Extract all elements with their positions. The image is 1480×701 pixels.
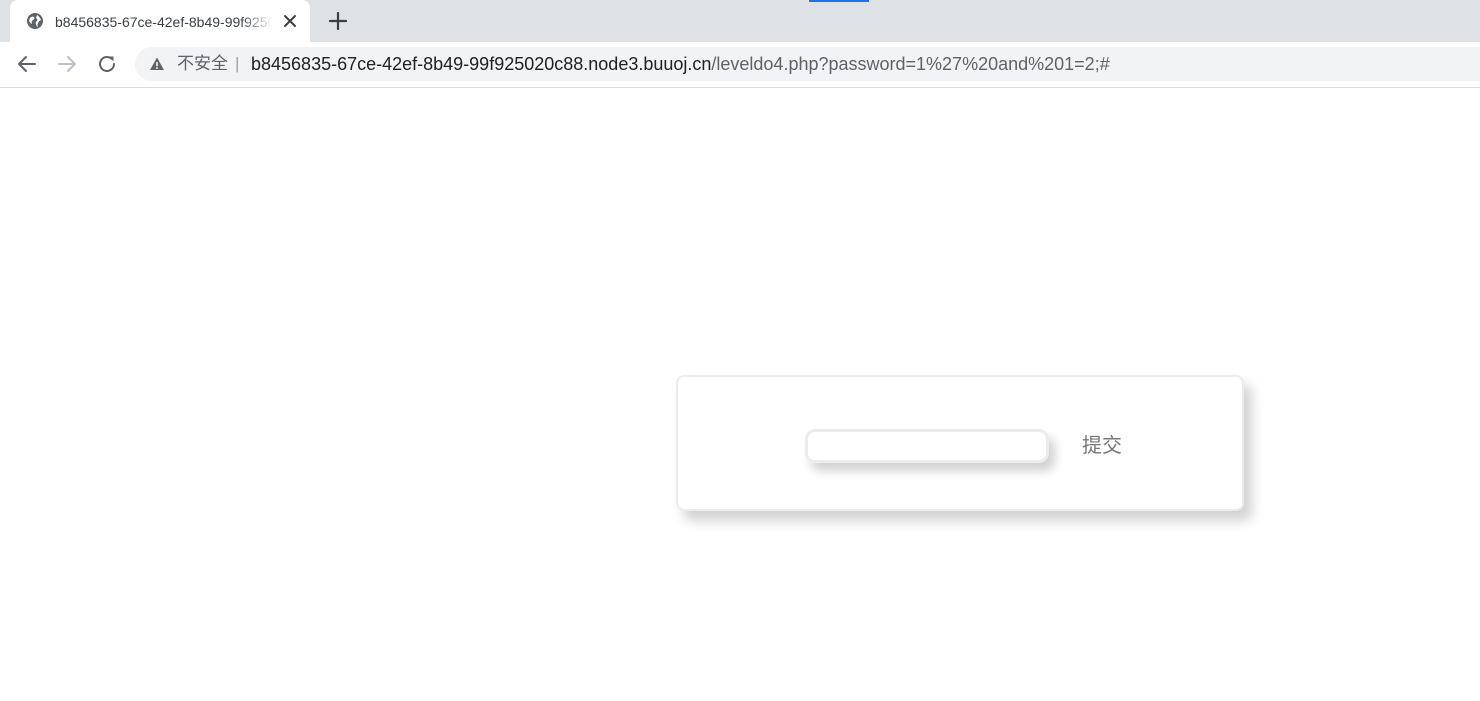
page-content: 提交 [0,88,1480,701]
reload-icon[interactable] [95,52,119,76]
forward-arrow-icon[interactable] [55,52,79,76]
warning-icon[interactable] [149,56,165,72]
separator: | [235,54,240,73]
new-tab-button[interactable] [326,9,350,33]
tab-indicator [809,0,869,2]
close-icon[interactable] [280,11,300,31]
submit-button[interactable]: 提交 [1076,425,1128,465]
url-host: b8456835-67ce-42ef-8b49-99f925020c88.nod… [251,54,712,74]
address-bar[interactable]: 不安全 | b8456835-67ce-42ef-8b49-99f925020c… [135,47,1480,81]
back-arrow-icon[interactable] [15,52,39,76]
tab-title: b8456835-67ce-42ef-8b49-99f925020c88.nod… [55,14,273,30]
tab-strip: b8456835-67ce-42ef-8b49-99f925020c88.nod… [0,0,1480,42]
browser-toolbar: 不安全 | b8456835-67ce-42ef-8b49-99f925020c… [0,42,1480,88]
login-card: 提交 [676,375,1244,511]
globe-icon [27,13,43,29]
security-status-label[interactable]: 不安全 [177,54,228,74]
url-path: /leveldo4.php?password=1%27%20and%201=2;… [711,54,1110,74]
password-input[interactable] [805,429,1049,463]
browser-tab[interactable]: b8456835-67ce-42ef-8b49-99f925020c88.nod… [10,0,310,42]
url-text[interactable]: b8456835-67ce-42ef-8b49-99f925020c88.nod… [251,54,1110,74]
